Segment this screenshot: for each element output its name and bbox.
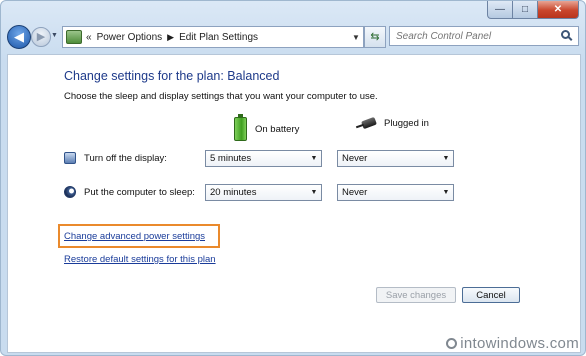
- search-input[interactable]: [389, 26, 579, 46]
- close-button[interactable]: ✕: [538, 1, 579, 19]
- sleep-plugged-value: Never: [342, 187, 368, 198]
- chevron-down-icon: ▼: [310, 189, 318, 196]
- minimize-icon: —: [495, 4, 505, 15]
- back-arrow-icon: ◀: [14, 29, 24, 44]
- display-battery-select[interactable]: 5 minutes ▼: [205, 150, 322, 167]
- column-label-plugged: Plugged in: [384, 117, 429, 129]
- display-battery-value: 5 minutes: [210, 153, 252, 164]
- watermark-text: intowindows.com: [460, 335, 579, 352]
- close-icon: ✕: [553, 4, 563, 15]
- forward-arrow-icon: ▶: [36, 31, 46, 43]
- refresh-icon: ⇆: [370, 31, 380, 43]
- cancel-button[interactable]: Cancel: [462, 287, 520, 303]
- main-content: Change settings for the plan: Balanced C…: [7, 54, 581, 353]
- display-icon: [64, 152, 76, 164]
- chevron-down-icon: ▼: [310, 155, 318, 162]
- back-button[interactable]: ◀: [7, 25, 31, 49]
- display-plugged-select[interactable]: Never ▼: [337, 150, 454, 167]
- recent-pages-icon[interactable]: ▼: [51, 32, 58, 39]
- navigation-bar: ◀ ▶ ▼ « Power Options ▶ Edit Plan Settin…: [7, 23, 579, 51]
- forward-button[interactable]: ▶: [31, 27, 51, 47]
- display-setting-label: Turn off the display:: [84, 152, 167, 164]
- chevron-down-icon: ▼: [442, 189, 450, 196]
- control-panel-window: — □ ✕ ◀ ▶ ▼ « Power Options ▶ Edit Plan …: [0, 0, 586, 356]
- watermark: intowindows.com: [446, 335, 579, 352]
- sleep-setting-row: Put the computer to sleep:: [64, 186, 195, 198]
- page-subtitle: Choose the sleep and display settings th…: [64, 91, 378, 102]
- restore-defaults-link[interactable]: Restore default settings for this plan: [64, 254, 216, 265]
- sleep-battery-value: 20 minutes: [210, 187, 257, 198]
- sleep-setting-label: Put the computer to sleep:: [84, 186, 195, 198]
- chevron-down-icon: ▼: [442, 155, 450, 162]
- address-dropdown-icon[interactable]: ▼: [348, 33, 363, 42]
- column-plugged-in: Plugged in: [356, 117, 429, 129]
- battery-icon: [234, 114, 247, 141]
- breadcrumb-edit-plan-settings[interactable]: Edit Plan Settings: [179, 32, 258, 43]
- column-label-battery: On battery: [255, 123, 300, 135]
- address-bar[interactable]: « Power Options ▶ Edit Plan Settings ▼: [62, 26, 364, 48]
- maximize-icon: □: [521, 4, 529, 15]
- sleep-battery-select[interactable]: 20 minutes ▼: [205, 184, 322, 201]
- display-setting-row: Turn off the display:: [64, 152, 167, 164]
- breadcrumb-power-options[interactable]: Power Options: [97, 32, 163, 43]
- control-panel-icon: [66, 30, 82, 44]
- search-icon[interactable]: [561, 30, 570, 39]
- watermark-logo-icon: [446, 338, 458, 349]
- caption-buttons: — □ ✕: [487, 1, 579, 19]
- sleep-icon: [64, 186, 76, 198]
- page-title: Change settings for the plan: Balanced: [64, 69, 280, 83]
- column-on-battery: On battery: [234, 114, 300, 141]
- save-changes-button[interactable]: Save changes: [376, 287, 456, 303]
- maximize-button[interactable]: □: [513, 1, 538, 19]
- plug-icon: [356, 117, 376, 129]
- advanced-settings-link[interactable]: Change advanced power settings: [64, 231, 205, 242]
- minimize-button[interactable]: —: [487, 1, 513, 19]
- refresh-button[interactable]: ⇆: [364, 26, 386, 48]
- breadcrumb-chevron-icon[interactable]: ▶: [167, 32, 174, 43]
- breadcrumb-overflow[interactable]: «: [86, 32, 92, 43]
- sleep-plugged-select[interactable]: Never ▼: [337, 184, 454, 201]
- display-plugged-value: Never: [342, 153, 368, 164]
